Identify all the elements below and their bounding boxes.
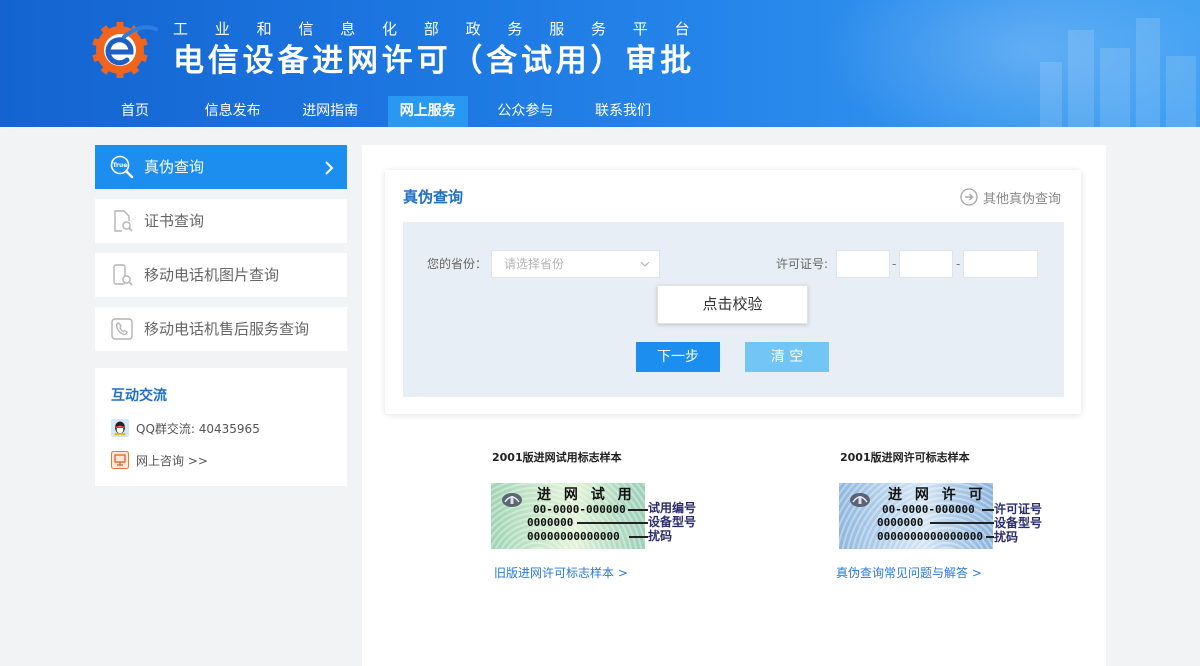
true-search-icon: True [110,155,134,179]
annotation-label: 设备型号 [648,515,697,529]
other-authenticity-link[interactable]: 其他真伪查询 [960,188,1062,207]
next-step-button[interactable]: 下一步 [636,342,720,372]
nav-item-news[interactable]: 信息发布 [193,96,273,127]
online-consult-link[interactable]: 网上咨询 >> [111,451,208,469]
annotation-label: 试用编号 [648,501,697,515]
clear-button[interactable]: 清 空 [745,342,829,372]
sidebar-item-label: 真伪查询 [144,158,205,176]
annotation-line [629,536,648,538]
sidebar-item-label: 移动电话机售后服务查询 [144,320,310,338]
nav-item-public[interactable]: 公众参与 [485,96,565,127]
sample-label: 进 网 许 可 [888,487,987,503]
annotation-line [986,536,994,538]
sidebar-item-after-sales[interactable]: 移动电话机售后服务查询 [95,307,347,351]
license-label: 许可证号: [776,257,829,271]
license-input-3[interactable] [963,250,1038,278]
query-form: 您的省份： 请选择省份 许可证号: - - 点击校验 下一步 清 空 [403,222,1064,397]
phone-search-icon [113,264,133,286]
qq-icon [111,419,129,437]
sidebar-item-certificate[interactable]: 证书查询 [95,199,347,243]
query-card-title: 真伪查询 [403,188,464,206]
monitor-icon [111,451,129,469]
platform-subtitle: 工业和信息化部政务服务平台 [173,20,717,38]
sample-label: 进 网 试 用 [537,487,636,503]
main-nav: 首页 信息发布 进网指南 网上服务 公众参与 联系我们 [95,96,663,127]
emblem-icon [850,493,870,507]
license-sample-title: 2001版进网许可标志样本 [840,451,970,464]
annotation-line [930,522,994,524]
other-authenticity-text: 其他真伪查询 [983,191,1062,207]
faq-link[interactable]: 真伪查询常见问题与解答 > [836,566,982,580]
nav-item-online-services[interactable]: 网上服务 [387,96,468,127]
interaction-panel: 互动交流 QQ群交流: 40435965 网上咨询 >> [95,368,347,486]
annotation-label: 许可证号 [994,502,1043,516]
phone-service-icon [111,318,133,340]
annotation-label: 设备型号 [994,516,1043,530]
nav-item-guide[interactable]: 进网指南 [290,96,370,127]
nav-item-contact[interactable]: 联系我们 [583,96,663,127]
verify-button[interactable]: 点击校验 [657,285,808,324]
sidebar-item-label: 移动电话机图片查询 [144,266,280,284]
emblem-icon [502,493,522,507]
annotation-line [577,522,648,524]
sidebar-item-label: 证书查询 [144,212,205,230]
license-input-1[interactable] [836,250,890,278]
annotation-line [982,509,994,511]
chevron-down-icon [640,261,650,267]
circle-arrow-icon [960,188,978,206]
sample-code-number: 00-0000-000000 [882,503,975,516]
license-separator: - [956,257,961,271]
sidebar-item-phone-images[interactable]: 移动电话机图片查询 [95,253,347,297]
annotation-label: 扰码 [994,530,1019,544]
province-select[interactable]: 请选择省份 [491,250,660,278]
old-sample-link[interactable]: 旧版进网许可标志样本 > [494,566,628,580]
online-consult-text: 网上咨询 >> [136,453,208,468]
certificate-search-icon [114,210,133,232]
sample-code-scramble: 00000000000000 [527,530,620,543]
province-label: 您的省份： [427,257,488,271]
trial-sample-title: 2001版进网试用标志样本 [492,451,622,464]
trial-sample-image: 进 网 试 用 00-0000-000000 0000000 000000000… [491,483,645,549]
license-input-2[interactable] [899,250,953,278]
license-sample-image: 进 网 许 可 00-0000-000000 0000000 000000000… [839,483,993,549]
sample-code-model: 0000000 [877,516,924,529]
qq-group-row: QQ群交流: 40435965 [111,419,260,437]
sample-code-number: 00-0000-000000 [533,503,626,516]
sample-code-model: 0000000 [527,516,574,529]
sidebar-item-authenticity[interactable]: True 真伪查询 [95,145,347,189]
license-separator: - [892,257,897,271]
site-header: 工业和信息化部政务服务平台 电信设备进网许可（含试用）审批 首页 信息发布 进网… [0,0,1200,127]
interaction-title: 互动交流 [111,388,167,404]
gear-e-logo-icon [92,22,158,78]
qq-group-text: QQ群交流: 40435965 [136,421,260,436]
sample-code-scramble: 0000000000000000 [877,530,983,543]
annotation-line [628,509,648,511]
chevron-right-icon [325,161,334,175]
annotation-label: 扰码 [648,529,673,543]
nav-item-home[interactable]: 首页 [95,96,175,127]
true-icon-text: True [113,162,128,169]
province-placeholder: 请选择省份 [504,257,565,271]
page-title: 电信设备进网许可（含试用）审批 [173,43,695,79]
